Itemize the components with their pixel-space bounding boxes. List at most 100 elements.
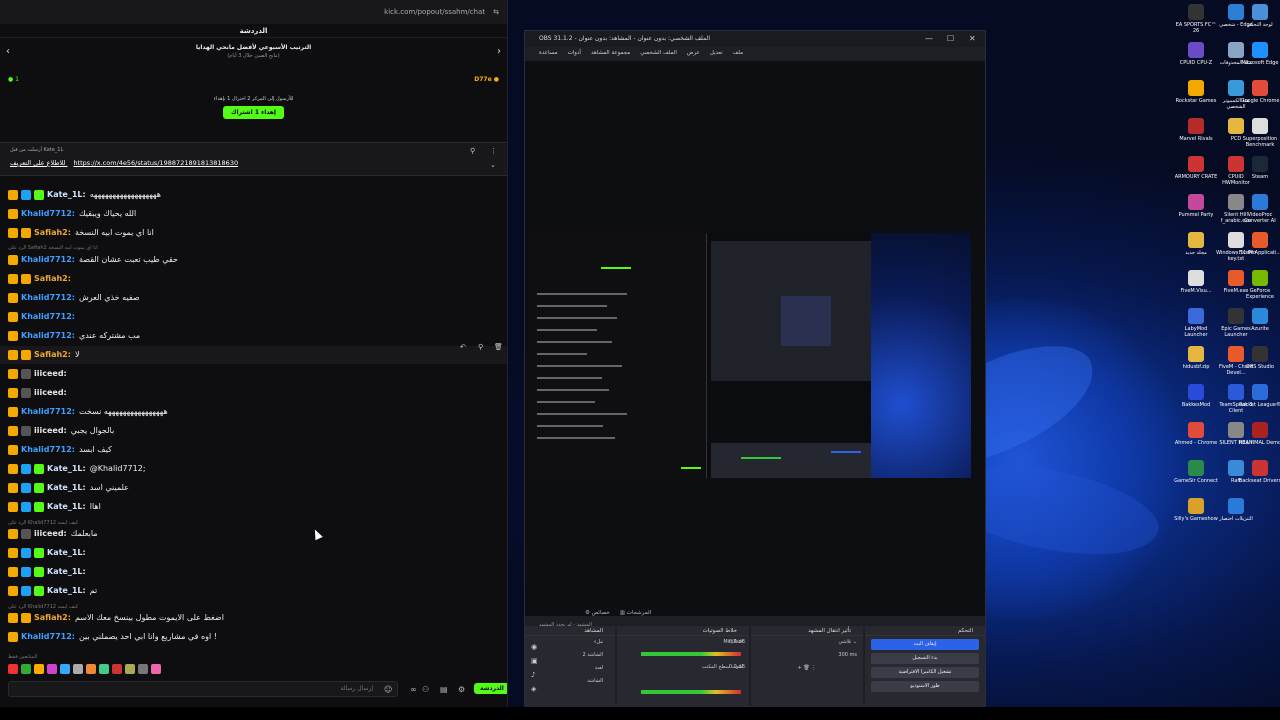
obs-menu-item[interactable]: ملف xyxy=(733,47,743,59)
source-item[interactable]: ملء xyxy=(545,636,609,649)
chat-username[interactable]: Khalid7712: xyxy=(21,289,75,307)
emote-icon[interactable] xyxy=(138,664,148,674)
chevron-down-icon[interactable]: ⌄ xyxy=(490,161,496,169)
desktop-icon[interactable]: REANIMAL Demo xyxy=(1238,422,1280,446)
studio-mode-button[interactable]: طور الاستوديو xyxy=(871,681,979,692)
desktop-icon[interactable]: Superposition Benchmark xyxy=(1238,118,1280,148)
chat-message[interactable]: Safiah2: xyxy=(0,270,507,288)
emote-icon[interactable] xyxy=(21,664,31,674)
desktop-icon[interactable]: Backseat Drivers xyxy=(1238,460,1280,484)
chat-message[interactable]: iiiceed: بالجوال يجبي xyxy=(0,422,507,440)
gift-sub-button[interactable]: إهداء 1 اشتراك xyxy=(223,106,284,119)
obs-menu-item[interactable]: الملف الشخصي xyxy=(640,47,677,59)
chat-username[interactable]: Kate_1L: xyxy=(47,460,86,478)
obs-menu-item[interactable]: مجموعة المشاهد xyxy=(591,47,630,59)
chat-username[interactable]: iiiceed: xyxy=(34,365,67,383)
chat-username[interactable]: Khalid7712: xyxy=(21,403,75,421)
obs-preview[interactable]: المشهد - لم يحدد المشهد xyxy=(525,61,985,628)
obs-menu-item[interactable]: مساعدة xyxy=(539,47,558,59)
virtual-camera-button[interactable]: تشغيل الكاميرا الافتراضية xyxy=(871,667,979,678)
chat-message[interactable]: Safiah2: لا xyxy=(0,346,507,364)
transition-select[interactable]: تلاشي ⌄ xyxy=(751,636,863,649)
chat-message[interactable]: Kate_1L: xyxy=(0,563,507,581)
link-icon[interactable]: ∞ xyxy=(410,685,417,694)
emote-icon[interactable] xyxy=(112,664,122,674)
emote-icon[interactable] xyxy=(34,664,44,674)
desktop-icon[interactable]: FiveM Applicati... xyxy=(1238,232,1280,256)
desktop-icon[interactable]: OBS Studio xyxy=(1238,346,1280,370)
chat-message[interactable]: Kate_1L: xyxy=(0,544,507,562)
chat-message[interactable]: Khalid7712: xyxy=(0,308,507,326)
emote-icon[interactable] xyxy=(60,664,70,674)
obs-titlebar[interactable]: OBS 31.1.2 - الملف الشخصي: بدون عنوان - … xyxy=(525,31,985,47)
chat-message[interactable]: Khalid7712: مب مشتركه عندي xyxy=(0,327,507,345)
chevron-right-icon[interactable]: › xyxy=(497,46,501,57)
obs-menu-item[interactable]: تعديل xyxy=(710,47,723,59)
chat-message[interactable]: Safiah2: انا اي يموت ابيه النسخة xyxy=(0,224,507,242)
desktop-icon[interactable]: Rocket League® xyxy=(1238,384,1280,408)
desktop-icon[interactable]: LabyMod Launcher xyxy=(1174,308,1218,338)
chat-username[interactable]: Kate_1L: xyxy=(47,582,86,600)
chat-message[interactable]: Kate_1L: ههههههههههههههههههه xyxy=(0,186,507,204)
filters-button[interactable]: ▥ المرشحات xyxy=(620,610,651,616)
game-icon[interactable]: ◈ xyxy=(531,682,538,696)
emote-icon[interactable] xyxy=(8,664,18,674)
chat-message[interactable]: Khalid7712: كيف ابسد xyxy=(0,441,507,459)
chat-username[interactable]: Kate_1L: xyxy=(47,186,86,204)
chat-username[interactable]: Safiah2: xyxy=(34,224,71,242)
source-item[interactable]: الشاشة 2 xyxy=(545,649,609,662)
chat-message[interactable]: Kate_1L: علميني اسد xyxy=(0,479,507,497)
desktop-icon[interactable]: VideoProc Converter AI xyxy=(1238,194,1280,224)
desktop-icon[interactable]: لوحة التحكم xyxy=(1238,4,1280,28)
properties-button[interactable]: ⚙ خصائص xyxy=(585,610,610,616)
shop-icon[interactable]: ▤ xyxy=(440,685,448,694)
emote-icon[interactable] xyxy=(125,664,135,674)
points-badge[interactable]: D77e ● xyxy=(474,76,499,83)
popout-icon[interactable]: ⇆ xyxy=(493,8,499,16)
desktop-icon[interactable]: Rockstar Games xyxy=(1174,80,1218,104)
emote-icon[interactable] xyxy=(73,664,83,674)
chat-username[interactable]: Khalid7712: xyxy=(21,441,75,459)
monitor-icon[interactable]: ▣ xyxy=(531,654,538,668)
desktop-icon[interactable]: Microsoft Edge xyxy=(1238,42,1280,66)
chat-message[interactable]: Khalid7712: صفيه خذي العرش xyxy=(0,289,507,307)
chat-message[interactable]: Khalid7712: حقي طيب تعبت عشان القصة xyxy=(0,251,507,269)
start-recording-button[interactable]: بدء التسجيل xyxy=(871,653,979,664)
desktop-icon[interactable]: ARMOURY CRATE xyxy=(1174,156,1218,180)
chat-username[interactable]: Khalid7712: xyxy=(21,628,75,646)
desktop-icon[interactable]: GeForce Experience xyxy=(1238,270,1280,300)
more-icon[interactable]: ⋮ xyxy=(490,147,497,155)
desktop-icon[interactable]: Marvel Rivals xyxy=(1174,118,1218,142)
desktop-icon[interactable]: مجلد جديد xyxy=(1174,232,1218,256)
chat-username[interactable]: Kate_1L: xyxy=(47,479,86,497)
gear-icon[interactable]: ⚙ xyxy=(458,685,465,694)
source-item[interactable]: الشاشة xyxy=(545,675,609,688)
chat-username[interactable]: Khalid7712: xyxy=(21,251,75,269)
chat-input[interactable]: إرسال رسالة xyxy=(8,681,398,697)
chat-username[interactable]: iiiceed: xyxy=(34,384,67,402)
chat-message[interactable]: iiiceed: xyxy=(0,365,507,383)
emote-icon[interactable] xyxy=(47,664,57,674)
chat-username[interactable]: Khalid7712: xyxy=(21,205,75,223)
chat-username[interactable]: iiiceed: xyxy=(34,422,67,440)
chat-message[interactable]: Khalid7712: اوه في مشاريع وانا ابي احد يص… xyxy=(0,628,507,646)
chat-username[interactable]: Khalid7712: xyxy=(21,308,75,326)
desktop-icon[interactable]: EA SPORTS FC™ 26 xyxy=(1174,4,1218,34)
desktop-icon[interactable]: Pummel Party xyxy=(1174,194,1218,218)
emote-icon[interactable] xyxy=(86,664,96,674)
chat-message[interactable]: Kate_1L: تم xyxy=(0,582,507,600)
obs-menu-item[interactable]: أدوات xyxy=(568,47,581,59)
chat-username[interactable]: Khalid7712: xyxy=(21,327,75,345)
chat-username[interactable]: iiiceed: xyxy=(34,525,67,543)
obs-menu-item[interactable]: عرض xyxy=(687,47,700,59)
desktop-icon[interactable]: Google Chrome xyxy=(1238,80,1280,104)
chat-message[interactable]: Khalid7712: الله يحياك ويبقيك xyxy=(0,205,507,223)
duration-field[interactable]: 300 ms xyxy=(751,649,863,662)
chat-username[interactable]: Kate_1L: xyxy=(47,544,86,562)
chat-message[interactable]: Safiah2: اضغط على الايموت مطول بينسخ معك … xyxy=(0,609,507,627)
emoji-icon[interactable]: ☺ xyxy=(384,685,392,694)
minimize-icon[interactable]: — xyxy=(925,31,933,47)
chat-message[interactable]: iiiceed: مابعلمك xyxy=(0,525,507,543)
stop-stream-button[interactable]: إيقاف البث xyxy=(871,639,979,650)
chat-message[interactable]: Kate_1L: @Khalid7712; xyxy=(0,460,507,478)
